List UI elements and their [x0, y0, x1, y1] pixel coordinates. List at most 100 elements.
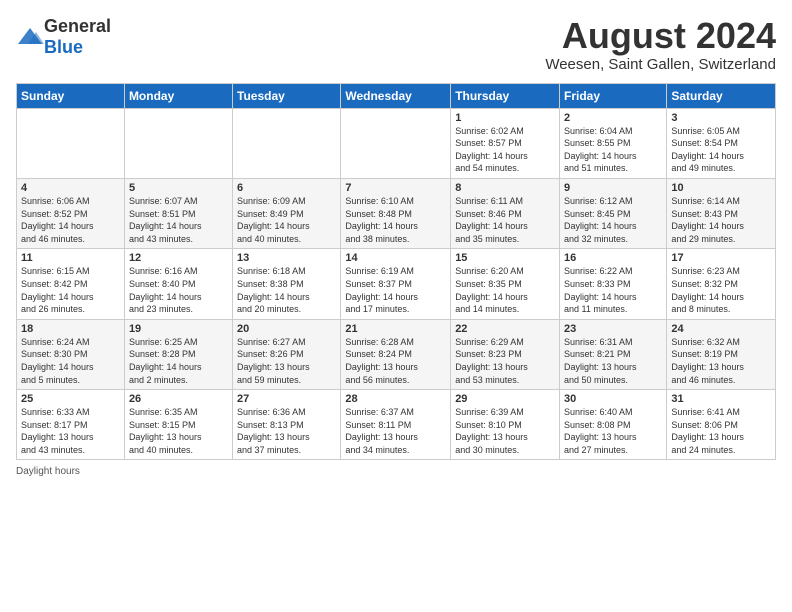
footer: Daylight hours — [16, 466, 776, 477]
day-info: Sunrise: 6:37 AM Sunset: 8:11 PM Dayligh… — [345, 406, 446, 456]
day-number: 26 — [129, 393, 228, 405]
calendar-cell: 27Sunrise: 6:36 AM Sunset: 8:13 PM Dayli… — [233, 390, 341, 460]
day-info: Sunrise: 6:11 AM Sunset: 8:46 PM Dayligh… — [455, 195, 555, 245]
calendar-cell: 25Sunrise: 6:33 AM Sunset: 8:17 PM Dayli… — [17, 390, 125, 460]
day-number: 9 — [564, 182, 662, 194]
calendar-cell: 21Sunrise: 6:28 AM Sunset: 8:24 PM Dayli… — [341, 319, 451, 389]
day-info: Sunrise: 6:20 AM Sunset: 8:35 PM Dayligh… — [455, 265, 555, 315]
header: General Blue August 2024 Weesen, Saint G… — [16, 16, 776, 73]
calendar-cell — [124, 108, 232, 178]
day-number: 15 — [455, 252, 555, 264]
calendar-cell: 20Sunrise: 6:27 AM Sunset: 8:26 PM Dayli… — [233, 319, 341, 389]
calendar-cell: 10Sunrise: 6:14 AM Sunset: 8:43 PM Dayli… — [667, 178, 776, 248]
day-info: Sunrise: 6:06 AM Sunset: 8:52 PM Dayligh… — [21, 195, 120, 245]
day-number: 17 — [671, 252, 771, 264]
day-info: Sunrise: 6:32 AM Sunset: 8:19 PM Dayligh… — [671, 336, 771, 386]
logo-icon — [16, 26, 44, 48]
day-number: 28 — [345, 393, 446, 405]
weekday-header-thursday: Thursday — [451, 83, 560, 108]
day-info: Sunrise: 6:10 AM Sunset: 8:48 PM Dayligh… — [345, 195, 446, 245]
day-info: Sunrise: 6:18 AM Sunset: 8:38 PM Dayligh… — [237, 265, 336, 315]
day-info: Sunrise: 6:05 AM Sunset: 8:54 PM Dayligh… — [671, 125, 771, 175]
calendar-cell: 23Sunrise: 6:31 AM Sunset: 8:21 PM Dayli… — [560, 319, 667, 389]
calendar-cell: 7Sunrise: 6:10 AM Sunset: 8:48 PM Daylig… — [341, 178, 451, 248]
calendar-cell: 17Sunrise: 6:23 AM Sunset: 8:32 PM Dayli… — [667, 249, 776, 319]
logo-text-blue: Blue — [44, 37, 83, 57]
day-number: 23 — [564, 323, 662, 335]
day-number: 14 — [345, 252, 446, 264]
calendar-cell: 30Sunrise: 6:40 AM Sunset: 8:08 PM Dayli… — [560, 390, 667, 460]
day-number: 27 — [237, 393, 336, 405]
footer-text: Daylight hours — [16, 466, 80, 477]
calendar-cell: 29Sunrise: 6:39 AM Sunset: 8:10 PM Dayli… — [451, 390, 560, 460]
day-info: Sunrise: 6:25 AM Sunset: 8:28 PM Dayligh… — [129, 336, 228, 386]
cal-subtitle: Weesen, Saint Gallen, Switzerland — [545, 56, 776, 73]
weekday-header-sunday: Sunday — [17, 83, 125, 108]
calendar-cell: 5Sunrise: 6:07 AM Sunset: 8:51 PM Daylig… — [124, 178, 232, 248]
calendar-cell: 8Sunrise: 6:11 AM Sunset: 8:46 PM Daylig… — [451, 178, 560, 248]
day-number: 16 — [564, 252, 662, 264]
calendar-cell: 24Sunrise: 6:32 AM Sunset: 8:19 PM Dayli… — [667, 319, 776, 389]
logo-text-general: General — [44, 16, 111, 36]
day-info: Sunrise: 6:14 AM Sunset: 8:43 PM Dayligh… — [671, 195, 771, 245]
calendar-cell: 16Sunrise: 6:22 AM Sunset: 8:33 PM Dayli… — [560, 249, 667, 319]
day-number: 18 — [21, 323, 120, 335]
day-number: 1 — [455, 112, 555, 124]
day-info: Sunrise: 6:04 AM Sunset: 8:55 PM Dayligh… — [564, 125, 662, 175]
day-number: 24 — [671, 323, 771, 335]
calendar-cell: 1Sunrise: 6:02 AM Sunset: 8:57 PM Daylig… — [451, 108, 560, 178]
weekday-header-saturday: Saturday — [667, 83, 776, 108]
week-row-4: 18Sunrise: 6:24 AM Sunset: 8:30 PM Dayli… — [17, 319, 776, 389]
calendar-cell: 14Sunrise: 6:19 AM Sunset: 8:37 PM Dayli… — [341, 249, 451, 319]
title-block: August 2024 Weesen, Saint Gallen, Switze… — [545, 16, 776, 73]
weekday-header-row: SundayMondayTuesdayWednesdayThursdayFrid… — [17, 83, 776, 108]
day-info: Sunrise: 6:23 AM Sunset: 8:32 PM Dayligh… — [671, 265, 771, 315]
calendar-cell: 2Sunrise: 6:04 AM Sunset: 8:55 PM Daylig… — [560, 108, 667, 178]
day-info: Sunrise: 6:40 AM Sunset: 8:08 PM Dayligh… — [564, 406, 662, 456]
calendar-cell — [17, 108, 125, 178]
day-info: Sunrise: 6:24 AM Sunset: 8:30 PM Dayligh… — [21, 336, 120, 386]
weekday-header-friday: Friday — [560, 83, 667, 108]
calendar-cell: 22Sunrise: 6:29 AM Sunset: 8:23 PM Dayli… — [451, 319, 560, 389]
cal-title: August 2024 — [545, 16, 776, 56]
calendar-cell: 11Sunrise: 6:15 AM Sunset: 8:42 PM Dayli… — [17, 249, 125, 319]
weekday-header-monday: Monday — [124, 83, 232, 108]
calendar-cell: 9Sunrise: 6:12 AM Sunset: 8:45 PM Daylig… — [560, 178, 667, 248]
day-number: 3 — [671, 112, 771, 124]
day-info: Sunrise: 6:35 AM Sunset: 8:15 PM Dayligh… — [129, 406, 228, 456]
calendar-cell: 3Sunrise: 6:05 AM Sunset: 8:54 PM Daylig… — [667, 108, 776, 178]
day-info: Sunrise: 6:07 AM Sunset: 8:51 PM Dayligh… — [129, 195, 228, 245]
week-row-1: 1Sunrise: 6:02 AM Sunset: 8:57 PM Daylig… — [17, 108, 776, 178]
calendar-cell: 19Sunrise: 6:25 AM Sunset: 8:28 PM Dayli… — [124, 319, 232, 389]
day-number: 7 — [345, 182, 446, 194]
day-number: 11 — [21, 252, 120, 264]
day-info: Sunrise: 6:19 AM Sunset: 8:37 PM Dayligh… — [345, 265, 446, 315]
calendar-cell: 26Sunrise: 6:35 AM Sunset: 8:15 PM Dayli… — [124, 390, 232, 460]
day-number: 20 — [237, 323, 336, 335]
day-info: Sunrise: 6:41 AM Sunset: 8:06 PM Dayligh… — [671, 406, 771, 456]
day-info: Sunrise: 6:22 AM Sunset: 8:33 PM Dayligh… — [564, 265, 662, 315]
calendar: SundayMondayTuesdayWednesdayThursdayFrid… — [16, 83, 776, 461]
day-number: 29 — [455, 393, 555, 405]
week-row-3: 11Sunrise: 6:15 AM Sunset: 8:42 PM Dayli… — [17, 249, 776, 319]
day-number: 6 — [237, 182, 336, 194]
day-number: 31 — [671, 393, 771, 405]
week-row-2: 4Sunrise: 6:06 AM Sunset: 8:52 PM Daylig… — [17, 178, 776, 248]
day-info: Sunrise: 6:12 AM Sunset: 8:45 PM Dayligh… — [564, 195, 662, 245]
day-number: 21 — [345, 323, 446, 335]
day-info: Sunrise: 6:28 AM Sunset: 8:24 PM Dayligh… — [345, 336, 446, 386]
day-number: 19 — [129, 323, 228, 335]
day-info: Sunrise: 6:02 AM Sunset: 8:57 PM Dayligh… — [455, 125, 555, 175]
day-number: 13 — [237, 252, 336, 264]
weekday-header-tuesday: Tuesday — [233, 83, 341, 108]
calendar-cell — [341, 108, 451, 178]
calendar-cell — [233, 108, 341, 178]
logo: General Blue — [16, 16, 111, 58]
calendar-cell: 6Sunrise: 6:09 AM Sunset: 8:49 PM Daylig… — [233, 178, 341, 248]
calendar-cell: 18Sunrise: 6:24 AM Sunset: 8:30 PM Dayli… — [17, 319, 125, 389]
day-info: Sunrise: 6:36 AM Sunset: 8:13 PM Dayligh… — [237, 406, 336, 456]
day-number: 22 — [455, 323, 555, 335]
calendar-cell: 12Sunrise: 6:16 AM Sunset: 8:40 PM Dayli… — [124, 249, 232, 319]
calendar-cell: 13Sunrise: 6:18 AM Sunset: 8:38 PM Dayli… — [233, 249, 341, 319]
calendar-cell: 31Sunrise: 6:41 AM Sunset: 8:06 PM Dayli… — [667, 390, 776, 460]
